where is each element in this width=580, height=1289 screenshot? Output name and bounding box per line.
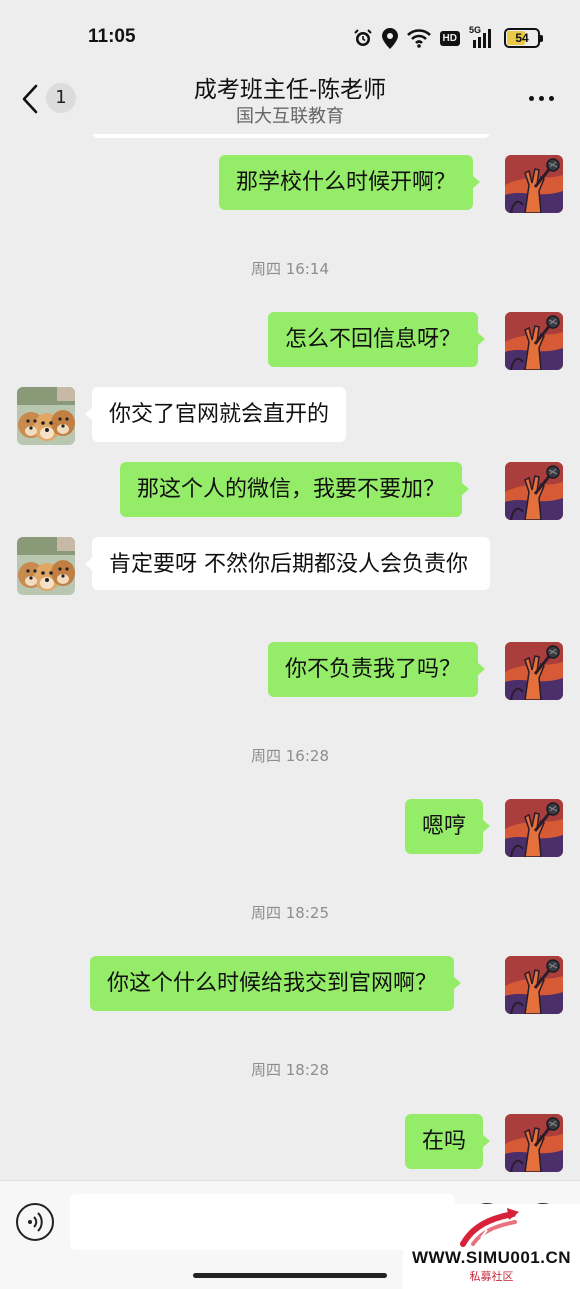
sent-message-bubble[interactable]: 你不负责我了吗？ — [268, 642, 486, 697]
sent-message-bubble[interactable]: 怎么不回信息呀？ — [268, 312, 486, 367]
voice-input-button[interactable] — [16, 1203, 54, 1241]
more-options-button[interactable] — [529, 96, 554, 101]
chat-subtitle: 国大互联教育 — [236, 106, 344, 127]
watermark-logo — [460, 1208, 519, 1247]
self-avatar[interactable] — [505, 642, 563, 700]
more-dot-icon — [529, 96, 534, 101]
more-dot-icon — [549, 96, 554, 101]
sent-message-bubble[interactable]: 嗯哼 — [405, 799, 491, 854]
battery-icon: 54 — [504, 28, 543, 48]
message-list[interactable]: 那学校什么时候开啊？ 周四 16:14 怎么不回信息呀？ 你交了官网就会直开的 … — [0, 134, 580, 1180]
received-message-bubble[interactable]: 肯定要呀 不然你后期都没人会负责你 — [85, 537, 490, 590]
self-avatar[interactable] — [505, 799, 563, 857]
self-avatar[interactable] — [505, 155, 563, 213]
sent-message-bubble[interactable]: 你这个什么时候给我交到官网啊？ — [90, 956, 462, 1011]
received-message-bubble[interactable]: 你交了官网就会直开的 — [84, 387, 347, 442]
chat-title: 成考班主任-陈老师 — [193, 77, 387, 103]
clipped-message-bubble — [92, 134, 490, 138]
message-timestamp: 周四 18:28 — [251, 1061, 329, 1079]
sent-message-bubble[interactable]: 那学校什么时候开啊？ — [219, 155, 481, 210]
hd-icon: HD — [439, 30, 460, 46]
status-bar: 11:05 HD 5G 54 — [0, 0, 580, 70]
more-dot-icon — [539, 96, 544, 101]
sent-message-bubble[interactable]: 那这个人的微信，我要不要加？ — [120, 462, 470, 517]
self-avatar[interactable] — [505, 312, 563, 370]
message-timestamp: 周四 16:14 — [251, 260, 329, 278]
self-avatar[interactable] — [505, 1114, 563, 1172]
message-timestamp: 周四 18:25 — [251, 904, 329, 922]
status-time: 11:05 — [88, 26, 136, 47]
status-icons: HD 5G 54 — [353, 25, 543, 50]
contact-avatar[interactable] — [17, 387, 75, 445]
battery-level: 54 — [515, 31, 529, 45]
message-input[interactable] — [70, 1194, 455, 1250]
contact-avatar[interactable] — [17, 537, 75, 595]
watermark: WWW.SIMU001.CN 私募社区 — [403, 1204, 580, 1289]
location-icon — [381, 27, 398, 49]
wifi-icon — [406, 29, 431, 48]
voice-icon — [28, 1212, 43, 1232]
message-timestamp: 周四 16:28 — [251, 747, 329, 765]
signal-5g-icon: 5G — [469, 25, 495, 49]
home-indicator[interactable] — [193, 1273, 387, 1278]
self-avatar[interactable] — [505, 462, 563, 520]
watermark-subtext: 私募社区 — [469, 1270, 514, 1283]
self-avatar[interactable] — [505, 956, 563, 1014]
watermark-text: WWW.SIMU001.CN — [411, 1248, 572, 1267]
sent-message-bubble[interactable]: 在吗 — [405, 1114, 491, 1169]
chat-header: 1 成考班主任-陈老师 国大互联教育 — [0, 62, 580, 134]
alarm-icon — [353, 29, 372, 46]
